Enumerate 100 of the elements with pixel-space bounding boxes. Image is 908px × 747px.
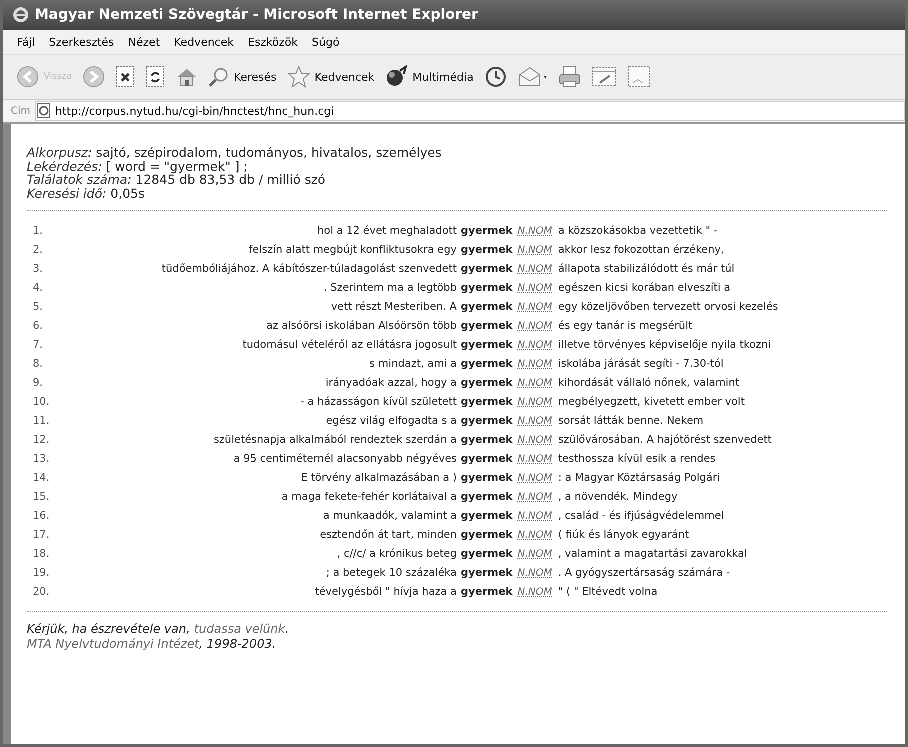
left-context: hol a 12 évet meghaladott xyxy=(317,224,457,236)
query-info-line: Alkorpusz: sajtó, szépirodalom, tudományos, hivatalos, személyes xyxy=(27,146,443,160)
left-context: . Szerintem ma a legtöbb xyxy=(324,282,457,294)
tag-link[interactable]: N.NOM xyxy=(518,434,552,446)
menu-item[interactable]: Fájl xyxy=(11,34,42,50)
tag-link[interactable]: N.NOM xyxy=(518,244,552,256)
row-number: 10. xyxy=(33,396,50,408)
tag-link[interactable]: N.NOM xyxy=(518,396,552,408)
tag-link[interactable]: N.NOM xyxy=(518,320,552,332)
left-context: , c//c/ a krónikus beteg xyxy=(337,548,457,560)
keyword: gyermek xyxy=(461,224,513,236)
query-info-line: Lekérdezés: [ word = "gyermek" ] ; xyxy=(27,160,248,173)
right-context: testhossza kívül esik a rendes xyxy=(558,452,716,464)
row-number: 16. xyxy=(33,510,50,522)
tag-link[interactable]: N.NOM xyxy=(518,454,552,464)
right-context: egy közeljövőben tervezett orvosi kezelés xyxy=(558,300,778,312)
history-clock-icon xyxy=(484,65,508,89)
right-context: . A gyógyszertársaság számára - xyxy=(558,566,730,578)
menu-item[interactable]: Kedvencek xyxy=(168,34,240,50)
row-number: 9. xyxy=(33,376,44,388)
media-globe-icon xyxy=(384,65,409,89)
right-context: és egy tanár is megsérült xyxy=(558,320,693,332)
left-context: ; a betegek 10 százaléka xyxy=(326,566,457,578)
tag-link[interactable]: N.NOM xyxy=(518,548,552,560)
tag-link[interactable]: N.NOM xyxy=(518,510,552,522)
right-context: : a Magyar Köztársaság Polgári xyxy=(558,472,720,484)
toolbar-button[interactable]: Keresés xyxy=(205,64,280,90)
left-context: E törvény alkalmazásában a ) xyxy=(301,472,457,484)
left-context: tüdőembóliájához. A kábítószer-túladagolást szenvedett xyxy=(162,262,457,274)
left-context: a maga fekete-fehér korlátaival a xyxy=(282,490,457,502)
keyword: gyermek xyxy=(461,244,513,256)
menu-item[interactable]: Szerkesztés xyxy=(43,34,120,50)
tag-link[interactable]: N.NOM xyxy=(518,378,552,388)
right-context: illetve törvényes képviselője nyila tkozni xyxy=(558,338,772,350)
keyword: gyermek xyxy=(461,282,513,294)
menu-item[interactable]: Eszközök xyxy=(242,34,304,50)
feedback-link[interactable]: tudassa velünk xyxy=(194,622,286,636)
keyword: gyermek xyxy=(461,452,513,464)
right-context: iskolába járását segíti - 7.30-tól xyxy=(558,358,724,370)
left-context: a munkaadók, valamint a xyxy=(323,510,457,522)
keyword: gyermek xyxy=(461,528,513,540)
keyword: gyermek xyxy=(461,300,513,312)
keyword: gyermek xyxy=(461,358,513,370)
row-number: 3. xyxy=(33,262,44,274)
row-number: 17. xyxy=(33,528,50,540)
row-number: 2. xyxy=(33,244,44,256)
tag-link[interactable]: N.NOM xyxy=(518,340,552,350)
keyword: gyermek xyxy=(461,586,513,598)
address-field[interactable]: http://corpus.nytud.hu/cgi-bin/hnctest/hnc_hun.cgi xyxy=(34,101,905,121)
keyword: gyermek xyxy=(461,472,513,484)
tag-link[interactable]: N.NOM xyxy=(518,416,552,426)
tag-link[interactable]: N.NOM xyxy=(518,226,552,236)
right-context: kihordását vállaló nőnek, valamint xyxy=(558,376,740,388)
keyword: gyermek xyxy=(461,510,513,522)
right-context: sorsát látták benne. Nekem xyxy=(558,414,704,426)
window-title: Magyar Nemzeti Szövegtár - Microsoft Internet Explorer xyxy=(35,7,478,23)
tag-link[interactable]: N.NOM xyxy=(518,568,552,578)
toolbar-button[interactable]: Kedvencek xyxy=(284,63,378,91)
menu-item[interactable]: Nézet xyxy=(122,34,166,50)
tag-link[interactable]: N.NOM xyxy=(518,530,552,540)
right-context: szülővárosában. A hajótörést szenvedett xyxy=(558,434,772,446)
mail-envelope-icon xyxy=(518,65,548,89)
refresh-icon xyxy=(146,66,166,88)
institute-link[interactable]: MTA Nyelvtudományi Intézet xyxy=(27,637,200,651)
row-number: 8. xyxy=(33,358,44,370)
printer-icon xyxy=(558,65,582,89)
left-context: felszín alatt megbújt konfliktusokra egy xyxy=(249,244,457,256)
row-number: 13. xyxy=(33,452,50,464)
left-context: a 95 centiméternél alacsonyabb négyéves xyxy=(234,452,457,464)
right-context: megbélyegzett, kivetett ember volt xyxy=(558,396,745,408)
browser-logo-icon xyxy=(13,7,29,23)
toolbar-button[interactable]: Multimédia xyxy=(382,63,477,91)
star-icon xyxy=(286,65,311,89)
query-info-line: Találatok száma: 12845 db 83,53 db / millió szó xyxy=(27,173,327,186)
menu-item[interactable]: Súgó xyxy=(306,34,346,50)
left-context: irányadóak azzal, hogy a xyxy=(326,376,457,388)
right-context: állapota stabilizálódott és már túl xyxy=(558,262,735,274)
row-number: 12. xyxy=(33,434,50,446)
row-number: 18. xyxy=(33,548,50,560)
left-context: vett részt Mesteriben. A xyxy=(331,300,457,312)
tag-link[interactable]: N.NOM xyxy=(518,472,552,484)
tag-link[interactable]: N.NOM xyxy=(518,282,552,294)
tag-link[interactable]: N.NOM xyxy=(518,302,552,312)
copyright-text: , 1998-2003. xyxy=(199,637,276,651)
right-context: , a növendék. Mindegy xyxy=(558,490,678,502)
edit-page-icon xyxy=(592,66,618,88)
left-context: az alsóörsi iskolában Alsóörsön több xyxy=(266,320,457,332)
tag-link[interactable]: N.NOM xyxy=(518,358,552,370)
query-info-line: Keresési idő: 0,05s xyxy=(27,186,146,200)
tag-link[interactable]: N.NOM xyxy=(518,264,552,274)
address-label: Cím xyxy=(11,106,31,116)
keyword: gyermek xyxy=(461,262,513,274)
left-context: esztendőn át tart, minden xyxy=(320,528,457,540)
row-number: 14. xyxy=(33,472,50,484)
right-context: egészen kicsi korában elveszíti a xyxy=(558,282,731,294)
row-number: 7. xyxy=(33,338,44,350)
left-context: tudomásul vételéről az ellátásra jogosult xyxy=(242,338,457,350)
tag-link[interactable]: N.NOM xyxy=(518,586,552,598)
keyword: gyermek xyxy=(461,434,513,446)
tag-link[interactable]: N.NOM xyxy=(518,492,552,502)
